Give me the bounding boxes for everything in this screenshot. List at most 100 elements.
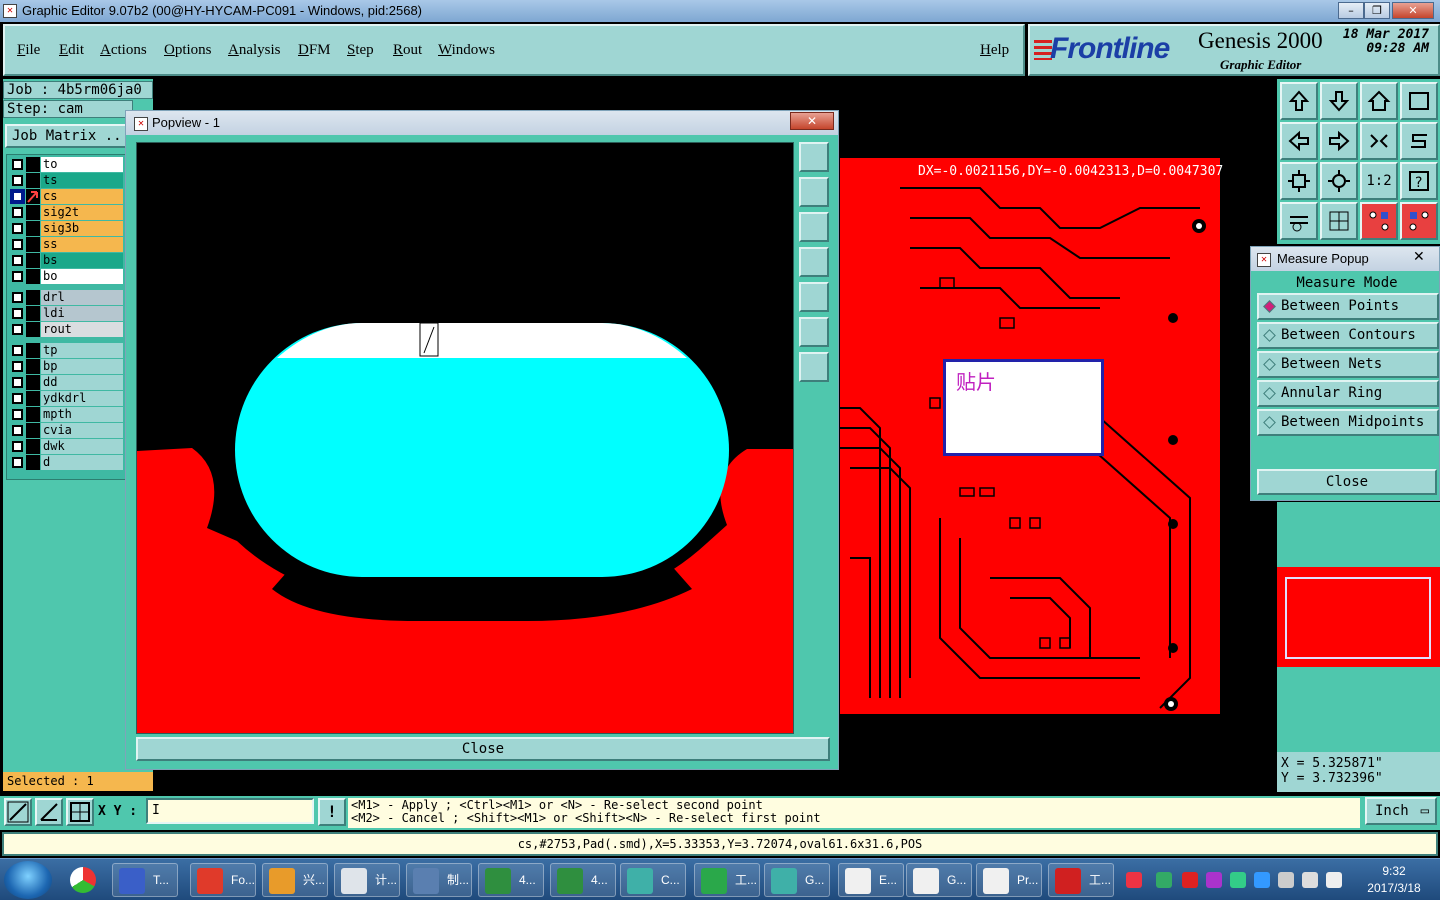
snap-nets-red-icon[interactable] — [1400, 202, 1438, 240]
layer-row-sig2t[interactable]: sig2t — [9, 205, 125, 220]
layer-name[interactable]: d — [41, 455, 123, 470]
layer-checkbox[interactable] — [12, 345, 23, 356]
measure-option-between-nets[interactable]: Between Nets — [1257, 351, 1439, 378]
taskbar-item[interactable]: 工... — [694, 863, 760, 897]
zoom-in-icon[interactable] — [799, 317, 829, 347]
tray-network-app-icon[interactable] — [1156, 872, 1172, 888]
fit-all-tool-icon[interactable] — [1280, 162, 1318, 200]
tray-volume-icon[interactable] — [1326, 872, 1342, 888]
layer-name[interactable]: sig3b — [41, 221, 123, 236]
popview-close-button[interactable]: Close — [136, 737, 830, 761]
layer-checkbox[interactable] — [12, 271, 23, 282]
layer-name[interactable]: bo — [41, 269, 123, 284]
pan-up-tool-icon[interactable] — [1280, 82, 1318, 120]
layer-row-rout[interactable]: rout — [9, 322, 125, 337]
layer-name[interactable]: cvia — [41, 423, 123, 438]
menu-dfm[interactable]: DFM — [298, 42, 331, 59]
snap-tool-icon[interactable] — [1400, 122, 1438, 160]
popview-title-bar[interactable]: Popview - 1 — [126, 111, 838, 135]
measure-option-between-points[interactable]: Between Points — [1257, 293, 1439, 320]
layer-row-dd[interactable]: dd — [9, 375, 125, 390]
menu-step[interactable]: Step — [347, 42, 374, 59]
tray-flag-icon[interactable] — [1278, 872, 1294, 888]
layer-checkbox[interactable] — [12, 308, 23, 319]
tray-purple-app-icon[interactable] — [1206, 872, 1222, 888]
measure-option-between-midpoints[interactable]: Between Midpoints — [1257, 409, 1439, 436]
tray-red-app-icon[interactable] — [1182, 872, 1198, 888]
layer-name[interactable]: tp — [41, 343, 123, 358]
job-field[interactable]: Job : 4b5rm06ja0 — [3, 81, 153, 99]
layer-checkbox[interactable] — [12, 361, 23, 372]
layer-row-ydkdrl[interactable]: ydkdrl — [9, 391, 125, 406]
menu-options[interactable]: Options — [164, 42, 212, 59]
layer-row-bo[interactable]: bo — [9, 269, 125, 284]
measure-popup-title-bar[interactable]: Measure Popup — [1251, 247, 1439, 271]
layer-name[interactable]: to — [41, 157, 123, 172]
layer-row-mpth[interactable]: mpth — [9, 407, 125, 422]
menu-help[interactable]: Help — [980, 42, 1009, 59]
menu-windows[interactable]: Windows — [438, 42, 495, 59]
layer-name[interactable]: ldi — [41, 306, 123, 321]
layer-name[interactable]: cs — [41, 189, 123, 204]
minimize-button[interactable]: – — [1338, 2, 1364, 19]
taskbar-item[interactable]: 工... — [1048, 863, 1114, 897]
layer-name[interactable]: ydkdrl — [41, 391, 123, 406]
zoom-center-tool-icon[interactable] — [1320, 162, 1358, 200]
pan-left-icon[interactable] — [799, 247, 829, 277]
tray-network-icon[interactable] — [1302, 872, 1318, 888]
layer-row-d[interactable]: d — [9, 455, 125, 470]
window-close-button[interactable]: ✕ — [1392, 2, 1434, 19]
pan-right-icon[interactable] — [799, 282, 829, 312]
layer-checkbox[interactable] — [12, 324, 23, 335]
layer-row-bp[interactable]: bp — [9, 359, 125, 374]
window-tool-icon[interactable] — [1400, 82, 1438, 120]
popview-close-x-button[interactable]: ✕ — [790, 112, 834, 130]
pan-right-tool-icon[interactable] — [1320, 122, 1358, 160]
ruler-tool-icon[interactable] — [1280, 202, 1318, 240]
step-field[interactable]: Step: cam — [3, 100, 133, 118]
taskbar-item[interactable]: 计... — [334, 863, 400, 897]
layer-checkbox[interactable] — [12, 377, 23, 388]
taskbar-item[interactable]: G... — [764, 863, 830, 897]
layer-row-dwk[interactable]: dwk — [9, 439, 125, 454]
xy-input[interactable]: I — [146, 798, 314, 824]
layer-name[interactable]: mpth — [41, 407, 123, 422]
layer-row-cvia[interactable]: cvia — [9, 423, 125, 438]
layer-row-ts[interactable]: ts — [9, 173, 125, 188]
layer-name[interactable]: dd — [41, 375, 123, 390]
pinned-app-icon[interactable] — [62, 863, 104, 897]
layer-checkbox[interactable] — [12, 207, 23, 218]
layer-checkbox[interactable] — [12, 292, 23, 303]
popview-canvas[interactable] — [136, 142, 794, 734]
layer-row-drl[interactable]: drl — [9, 290, 125, 305]
zoom-home-icon[interactable] — [799, 142, 829, 172]
layer-row-cs[interactable]: cs — [9, 189, 125, 204]
layer-name[interactable]: bs — [41, 253, 123, 268]
scale-1-2-icon[interactable]: 1:2 — [1360, 162, 1398, 200]
snap-angle-icon[interactable] — [35, 798, 63, 826]
layer-checkbox[interactable] — [12, 457, 23, 468]
layer-checkbox[interactable] — [12, 159, 23, 170]
layer-row-to[interactable]: to — [9, 157, 125, 172]
taskbar-item[interactable]: E... — [838, 863, 904, 897]
layer-name[interactable]: drl — [41, 290, 123, 305]
layer-row-ss[interactable]: ss — [9, 237, 125, 252]
grid-tool-icon[interactable] — [1320, 202, 1358, 240]
tray-app-icon[interactable] — [1126, 872, 1142, 888]
taskbar-clock[interactable]: 9:32 2017/3/18 — [1352, 863, 1436, 899]
taskbar-item[interactable]: Fo... — [190, 863, 256, 897]
pan-up-icon[interactable] — [799, 177, 829, 207]
measure-option-between-contours[interactable]: Between Contours — [1257, 322, 1439, 349]
taskbar-item[interactable]: 4... — [478, 863, 544, 897]
taskbar-item[interactable]: G... — [906, 863, 972, 897]
taskbar-item[interactable]: C... — [620, 863, 686, 897]
overview-map[interactable] — [1277, 567, 1440, 667]
alert-icon[interactable]: ! — [318, 798, 346, 826]
zoom-out-icon[interactable] — [799, 352, 829, 382]
layer-checkbox[interactable] — [12, 239, 23, 250]
help-tool-icon[interactable]: ? — [1400, 162, 1438, 200]
snap-points-red-icon[interactable] — [1360, 202, 1398, 240]
layer-checkbox[interactable] — [12, 393, 23, 404]
overview-viewport[interactable] — [1285, 577, 1431, 659]
layer-row-sig3b[interactable]: sig3b — [9, 221, 125, 236]
